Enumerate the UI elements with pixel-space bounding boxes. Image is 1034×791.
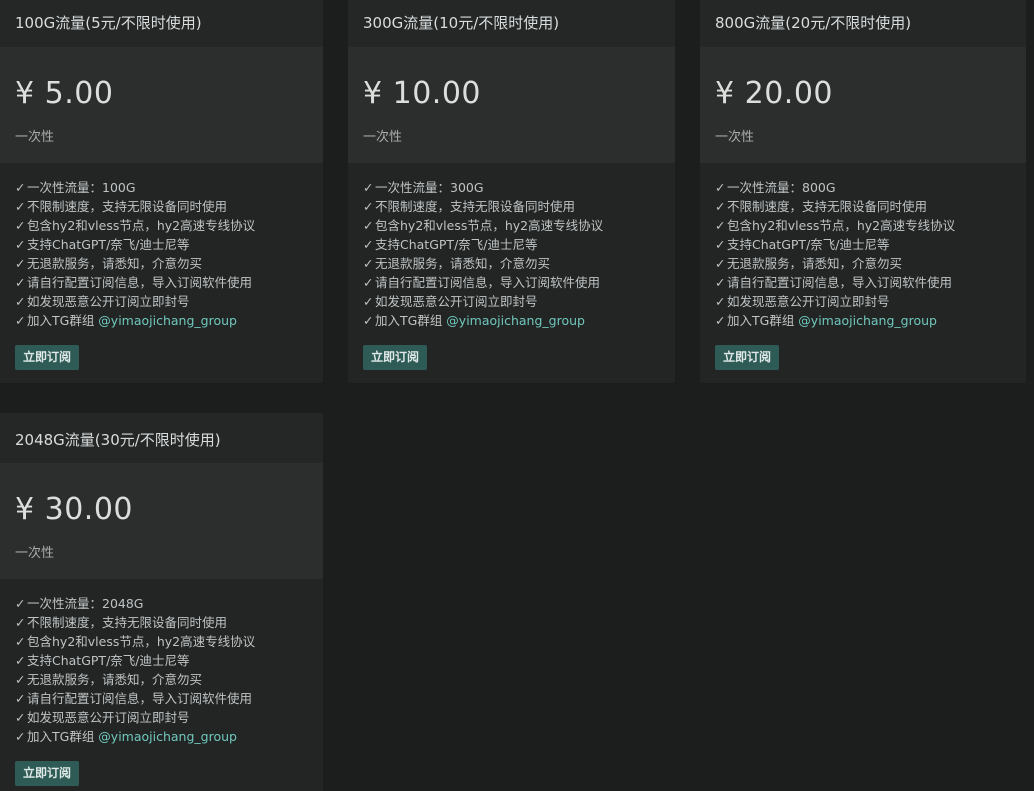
feature-item: ✓ 一次性流量：2048G: [15, 596, 144, 611]
check-icon: ✓: [715, 199, 726, 214]
feature-item: ✓ 包含hy2和vless节点，hy2高速专线协议: [15, 218, 256, 233]
price-block: ¥ 10.00 一次性: [348, 47, 675, 163]
plan-title: 300G流量(10元/不限时使用): [348, 0, 675, 47]
check-icon: ✓: [715, 256, 726, 271]
check-icon: ✓: [715, 218, 726, 233]
feature-item: ✓ 如发现恶意公开订阅立即封号: [715, 294, 890, 309]
plan-period: 一次性: [715, 130, 755, 145]
plan-title: 800G流量(20元/不限时使用): [700, 0, 1026, 47]
subscribe-button[interactable]: 立即订阅: [363, 345, 428, 370]
plan-card-800g: 800G流量(20元/不限时使用) ¥ 20.00 一次性 ✓ 一次性流量：800…: [700, 0, 1026, 383]
feature-list: ✓ 一次性流量：100G ✓ 不限制速度，支持无限设备同时使用 ✓ 包含hy2和vle…: [0, 163, 323, 330]
check-icon: ✓: [15, 653, 26, 668]
feature-item: ✓ 支持ChatGPT/奈飞/迪士尼等: [363, 237, 538, 252]
tg-group-link[interactable]: @yimaojichang_group: [798, 313, 937, 328]
check-icon: ✓: [15, 275, 26, 290]
check-icon: ✓: [363, 180, 374, 195]
feature-item: ✓ 不限制速度，支持无限设备同时使用: [715, 199, 928, 214]
feature-item: ✓ 支持ChatGPT/奈飞/迪士尼等: [715, 237, 890, 252]
check-icon: ✓: [15, 199, 26, 214]
plan-price: ¥ 30.00: [15, 492, 134, 527]
check-icon: ✓: [15, 218, 26, 233]
check-icon: ✓: [363, 275, 374, 290]
check-icon: ✓: [715, 180, 726, 195]
plan-period: 一次性: [15, 546, 55, 561]
plan-price: ¥ 10.00: [363, 76, 482, 111]
check-icon: ✓: [15, 710, 26, 725]
feature-item: ✓ 请自行配置订阅信息，导入订阅软件使用: [363, 275, 601, 290]
check-icon: ✓: [15, 615, 26, 630]
plan-price: ¥ 5.00: [15, 76, 114, 111]
feature-item: ✓ 如发现恶意公开订阅立即封号: [15, 710, 190, 725]
price-block: ¥ 5.00 一次性: [0, 47, 323, 163]
feature-item: ✓ 如发现恶意公开订阅立即封号: [363, 294, 538, 309]
plan-period: 一次性: [363, 130, 403, 145]
check-icon: ✓: [715, 275, 726, 290]
check-icon: ✓: [363, 313, 374, 328]
subscribe-button[interactable]: 立即订阅: [15, 761, 80, 786]
plan-card-100g: 100G流量(5元/不限时使用) ¥ 5.00 一次性 ✓ 一次性流量：100G …: [0, 0, 323, 383]
feature-item: ✓ 请自行配置订阅信息，导入订阅软件使用: [15, 275, 253, 290]
feature-item: ✓ 如发现恶意公开订阅立即封号: [15, 294, 190, 309]
feature-item: ✓ 一次性流量：800G: [715, 180, 836, 195]
feature-list: ✓ 一次性流量：300G ✓ 不限制速度，支持无限设备同时使用 ✓ 包含hy2和vle…: [348, 163, 675, 330]
tg-group-link[interactable]: @yimaojichang_group: [98, 729, 237, 744]
feature-item: ✓ 无退款服务，请悉知，介意勿买: [363, 256, 551, 271]
tg-group-link[interactable]: @yimaojichang_group: [98, 313, 237, 328]
feature-item-tg: ✓ 加入TG群组 @yimaojichang_group: [715, 313, 937, 328]
check-icon: ✓: [15, 729, 26, 744]
feature-list: ✓ 一次性流量：800G ✓ 不限制速度，支持无限设备同时使用 ✓ 包含hy2和vle…: [700, 163, 1026, 330]
subscribe-button[interactable]: 立即订阅: [15, 345, 80, 370]
plan-title: 100G流量(5元/不限时使用): [0, 0, 323, 47]
check-icon: ✓: [15, 634, 26, 649]
feature-item: ✓ 不限制速度，支持无限设备同时使用: [15, 199, 228, 214]
feature-item: ✓ 无退款服务，请悉知，介意勿买: [15, 256, 203, 271]
feature-item: ✓ 不限制速度，支持无限设备同时使用: [15, 615, 228, 630]
check-icon: ✓: [715, 294, 726, 309]
check-icon: ✓: [363, 218, 374, 233]
check-icon: ✓: [15, 596, 26, 611]
check-icon: ✓: [15, 180, 26, 195]
plan-title: 2048G流量(30元/不限时使用): [0, 413, 323, 463]
feature-item-tg: ✓ 加入TG群组 @yimaojichang_group: [15, 729, 237, 744]
feature-item: ✓ 无退款服务，请悉知，介意勿买: [15, 672, 203, 687]
feature-item: ✓ 支持ChatGPT/奈飞/迪士尼等: [15, 237, 190, 252]
plan-price: ¥ 20.00: [715, 76, 834, 111]
tg-group-link[interactable]: @yimaojichang_group: [446, 313, 585, 328]
feature-item: ✓ 支持ChatGPT/奈飞/迪士尼等: [15, 653, 190, 668]
check-icon: ✓: [15, 256, 26, 271]
feature-item: ✓ 无退款服务，请悉知，介意勿买: [715, 256, 903, 271]
check-icon: ✓: [15, 237, 26, 252]
check-icon: ✓: [363, 256, 374, 271]
plan-period: 一次性: [15, 130, 55, 145]
feature-list: ✓ 一次性流量：2048G ✓ 不限制速度，支持无限设备同时使用 ✓ 包含hy2和vl…: [0, 579, 323, 746]
check-icon: ✓: [15, 313, 26, 328]
plan-card-2048g: 2048G流量(30元/不限时使用) ¥ 30.00 一次性 ✓ 一次性流量：20…: [0, 413, 323, 791]
feature-item: ✓ 一次性流量：100G: [15, 180, 136, 195]
plan-card-300g: 300G流量(10元/不限时使用) ¥ 10.00 一次性 ✓ 一次性流量：300…: [348, 0, 675, 383]
feature-item: ✓ 包含hy2和vless节点，hy2高速专线协议: [15, 634, 256, 649]
feature-item: ✓ 一次性流量：300G: [363, 180, 484, 195]
feature-item-tg: ✓ 加入TG群组 @yimaojichang_group: [15, 313, 237, 328]
feature-item: ✓ 不限制速度，支持无限设备同时使用: [363, 199, 576, 214]
check-icon: ✓: [363, 237, 374, 252]
feature-item-tg: ✓ 加入TG群组 @yimaojichang_group: [363, 313, 585, 328]
feature-item: ✓ 请自行配置订阅信息，导入订阅软件使用: [15, 691, 253, 706]
subscribe-button[interactable]: 立即订阅: [715, 345, 780, 370]
check-icon: ✓: [15, 672, 26, 687]
feature-item: ✓ 包含hy2和vless节点，hy2高速专线协议: [363, 218, 604, 233]
price-block: ¥ 30.00 一次性: [0, 463, 323, 579]
check-icon: ✓: [15, 691, 26, 706]
check-icon: ✓: [363, 199, 374, 214]
price-block: ¥ 20.00 一次性: [700, 47, 1026, 163]
check-icon: ✓: [715, 313, 726, 328]
feature-item: ✓ 请自行配置订阅信息，导入订阅软件使用: [715, 275, 953, 290]
check-icon: ✓: [715, 237, 726, 252]
check-icon: ✓: [363, 294, 374, 309]
feature-item: ✓ 包含hy2和vless节点，hy2高速专线协议: [715, 218, 956, 233]
check-icon: ✓: [15, 294, 26, 309]
